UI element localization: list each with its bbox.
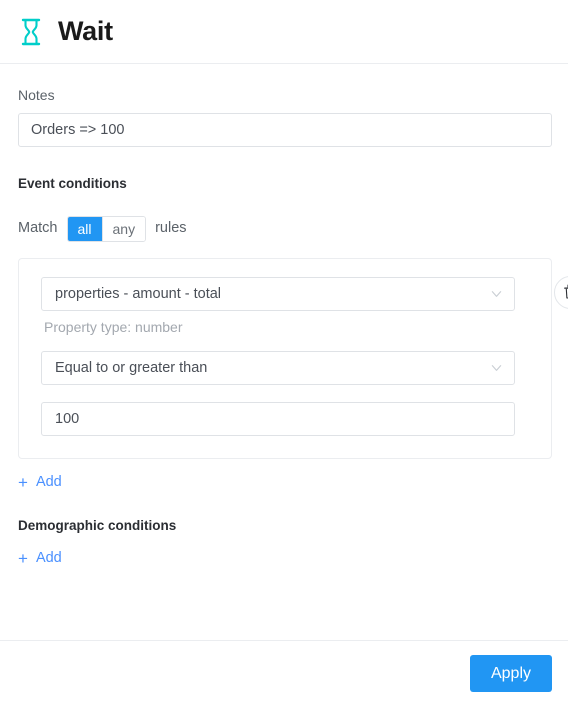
property-type-hint: Property type: number	[44, 318, 183, 335]
demographic-conditions-title: Demographic conditions	[18, 517, 177, 533]
panel-header: Wait	[0, 0, 568, 64]
event-conditions-title: Event conditions	[18, 176, 127, 191]
add-demographic-condition-button[interactable]: + Add	[18, 550, 62, 567]
add-event-condition-label: Add	[35, 473, 62, 490]
condition-value-input[interactable]	[41, 401, 515, 436]
plus-icon: +	[18, 472, 28, 492]
chevron-down-icon	[491, 364, 502, 371]
panel-footer: Apply	[0, 640, 568, 706]
page-title: Wait	[58, 16, 113, 46]
property-select[interactable]: properties - amount - total	[41, 276, 515, 311]
chevron-down-icon	[491, 290, 502, 297]
trash-icon	[564, 284, 568, 299]
hourglass-icon	[18, 17, 44, 47]
match-mode-toggle[interactable]: all any	[66, 215, 147, 242]
property-select-value: properties - amount - total	[55, 285, 222, 302]
match-rules-row: Match all any rules	[18, 215, 550, 242]
delete-condition-button[interactable]	[554, 275, 568, 309]
match-mode-any-button[interactable]: any	[101, 216, 146, 241]
match-suffix-label: rules	[155, 220, 187, 237]
operator-select-value: Equal to or greater than	[55, 359, 208, 376]
panel-body: Notes Event conditions Match all any rul…	[0, 64, 568, 640]
add-demographic-condition-label: Add	[35, 550, 62, 567]
apply-button[interactable]: Apply	[470, 655, 552, 692]
notes-label: Notes	[18, 87, 55, 103]
notes-input[interactable]	[18, 113, 552, 147]
match-mode-all-button[interactable]: all	[67, 216, 102, 241]
add-event-condition-button[interactable]: + Add	[18, 474, 62, 491]
event-condition-row: properties - amount - total Property typ…	[18, 257, 568, 459]
operator-select[interactable]: Equal to or greater than	[41, 350, 515, 385]
match-prefix-label: Match	[18, 220, 58, 237]
event-condition-card: properties - amount - total Property typ…	[18, 257, 552, 459]
plus-icon: +	[18, 549, 28, 568]
